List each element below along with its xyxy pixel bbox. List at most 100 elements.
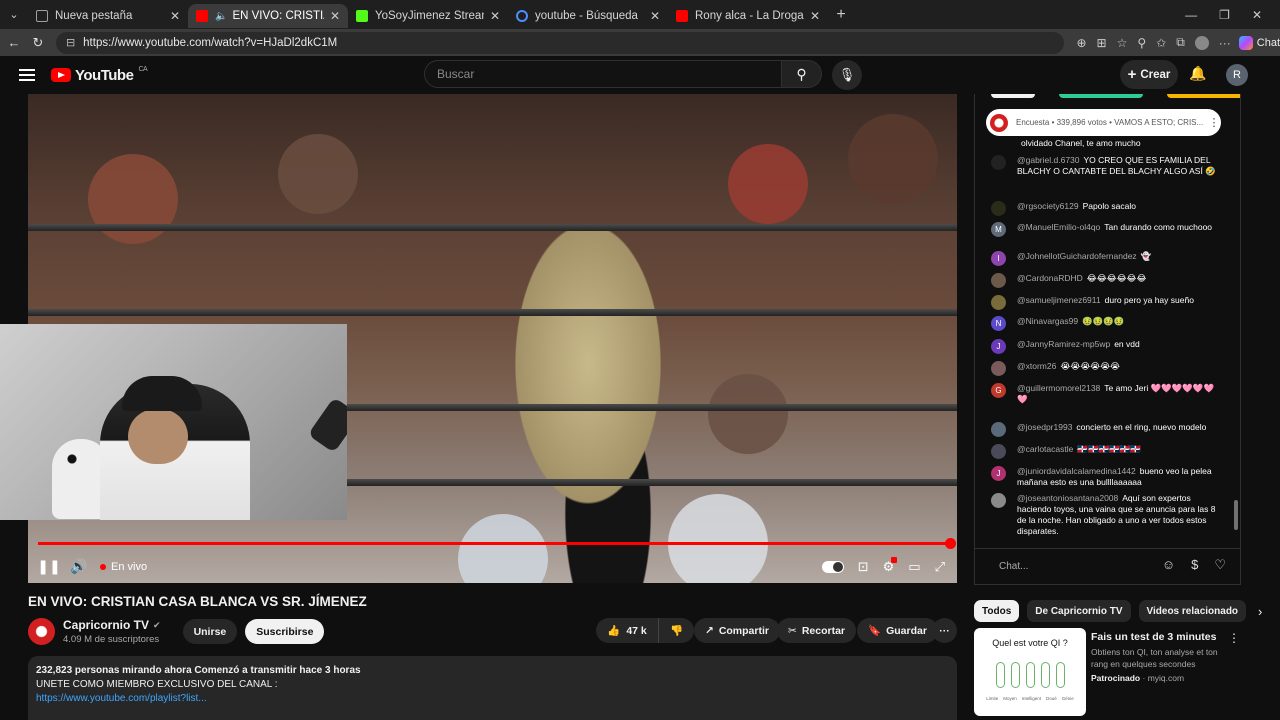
profile-icon[interactable] — [1194, 35, 1209, 50]
speaker-icon[interactable]: 🔈 — [215, 11, 227, 22]
chat-user-avatar[interactable]: M — [991, 222, 1006, 237]
search-input[interactable]: Buscar — [424, 60, 782, 88]
search-button[interactable]: ⚲ — [781, 60, 822, 88]
chat-user-avatar[interactable]: I — [991, 251, 1006, 266]
chat-username[interactable]: @josedpr1993 — [1017, 422, 1072, 432]
clip-button[interactable]: ✂ Recortar — [777, 618, 856, 643]
super-chat-icon[interactable]: $ — [1191, 557, 1198, 573]
voice-search-button[interactable]: 🎙 — [832, 60, 862, 90]
chip-todos[interactable]: Todos — [974, 600, 1020, 622]
favorite-star-icon[interactable]: ☆ — [1117, 36, 1128, 50]
collections-icon[interactable]: ⧉ — [1176, 35, 1185, 50]
chat-message[interactable]: @josedpr1993 concierto en el ring, nuevo … — [991, 422, 1221, 437]
chat-message[interactable]: @gabriel.d.6730 YO CREO QUE ES FAMILIA DE… — [991, 155, 1221, 177]
chat-message[interactable]: I @JohnellotGuichardofernandez 👻 — [991, 251, 1221, 266]
join-button[interactable]: Unirse — [182, 619, 238, 644]
chat-user-avatar[interactable] — [991, 493, 1006, 508]
like-button[interactable]: 👍 47 k — [596, 618, 658, 643]
chat-username[interactable]: @joseantoniosantana2008 — [1017, 493, 1118, 503]
chat-user-avatar[interactable] — [991, 361, 1006, 376]
chat-username[interactable]: @carlotacastle — [1017, 444, 1073, 454]
maximize-icon[interactable]: ❐ — [1219, 8, 1230, 22]
chat-username[interactable]: @JannyRamirez-mp5wp — [1017, 339, 1110, 349]
chat-message[interactable]: @samueljimenez6911 duro pero ya hay sueño — [991, 295, 1221, 310]
translate-icon[interactable]: ⊕ — [1076, 36, 1086, 50]
chip-related[interactable]: Videos relacionado — [1138, 600, 1247, 622]
save-button[interactable]: 🔖 Guardar — [857, 618, 938, 643]
chat-username[interactable]: @JohnellotGuichardofernandez — [1017, 251, 1137, 261]
close-window-icon[interactable]: ✕ — [1252, 8, 1262, 22]
account-avatar[interactable]: R — [1226, 64, 1248, 86]
subtitles-icon[interactable]: ⊡ — [858, 559, 869, 575]
close-tab-icon[interactable]: ✕ — [170, 9, 180, 23]
emoji-icon[interactable]: ☺ — [1162, 557, 1175, 573]
sponsored-ad[interactable]: Quel est votre QI ? Limite Moyen Intelli… — [974, 628, 1240, 720]
address-bar[interactable]: ⊟ https://www.youtube.com/watch?v=HJaDl2… — [55, 31, 1065, 54]
chat-username[interactable]: @guillermomorel2138 — [1017, 383, 1100, 393]
chat-pill[interactable] — [1059, 94, 1143, 98]
chat-pill[interactable] — [1167, 94, 1240, 98]
dislike-button[interactable]: 👎 — [658, 618, 694, 643]
back-icon[interactable]: ← — [2, 35, 26, 50]
share-button[interactable]: ↗ Compartir — [694, 618, 780, 643]
tab-actions-menu-icon[interactable]: ⌄ — [0, 0, 28, 29]
chat-message[interactable]: olvidado Chanel, te amo mucho — [991, 138, 1221, 153]
description-link[interactable]: https://www.youtube.com/playlist?list... — [36, 692, 949, 706]
close-tab-icon[interactable]: ✕ — [490, 9, 500, 23]
browser-tab-new[interactable]: Nueva pestaña ✕ — [28, 4, 188, 28]
chat-message[interactable]: @joseantoniosantana2008 Aquí son expertos… — [991, 493, 1221, 537]
fullscreen-icon[interactable]: ⤢ — [935, 559, 945, 575]
chat-user-avatar[interactable]: N — [991, 316, 1006, 331]
chat-username[interactable]: @xtorm26 — [1017, 361, 1056, 371]
close-tab-icon[interactable]: ✕ — [810, 9, 820, 23]
chat-user-avatar[interactable] — [991, 444, 1006, 459]
chat-pill[interactable] — [991, 94, 1035, 98]
ad-thumbnail[interactable]: Quel est votre QI ? Limite Moyen Intelli… — [974, 628, 1086, 716]
channel-avatar[interactable] — [28, 618, 55, 645]
chat-username[interactable]: @rgsociety6129 — [1017, 201, 1079, 211]
browser-tab-live[interactable]: 🔈 EN VIVO: CRISTIAN CASA BLA ✕ — [188, 4, 348, 28]
live-indicator[interactable]: En vivo — [100, 561, 147, 573]
subscribe-button[interactable]: Suscribirse — [245, 619, 325, 644]
pause-icon[interactable]: ❚❚ — [34, 558, 64, 575]
site-info-icon[interactable]: ⊟ — [66, 36, 75, 49]
chevron-right-icon[interactable]: › — [1258, 604, 1262, 619]
chat-user-avatar[interactable]: J — [991, 339, 1006, 354]
copilot-chat-button[interactable]: Chat — [1238, 35, 1280, 50]
chat-user-avatar[interactable] — [991, 201, 1006, 216]
browser-tab-music[interactable]: Rony alca - La Droga e Mala ( Vide ✕ — [668, 4, 828, 28]
description-box[interactable]: 232,823 personas mirando ahora Comenzó a… — [28, 656, 957, 720]
chat-user-avatar[interactable] — [991, 422, 1006, 437]
app-icon[interactable]: ⊞ — [1097, 36, 1107, 50]
extension-icon[interactable]: ⚲ — [1137, 36, 1146, 50]
close-tab-icon[interactable]: ✕ — [650, 9, 660, 23]
favorites-icon[interactable]: ✩ — [1156, 36, 1166, 50]
chat-username[interactable]: @samueljimenez6911 — [1017, 295, 1101, 305]
chat-message[interactable]: @CardonaRDHD 😂😂😂😂😂😂 — [991, 273, 1221, 288]
chat-user-avatar[interactable]: J — [991, 466, 1006, 481]
hamburger-menu-icon[interactable] — [19, 69, 35, 81]
browser-tab-kick[interactable]: YoSoyJimenez Stream - Watch Live ✕ — [348, 4, 508, 28]
chat-message[interactable]: M @ManuelEmilio-ol4qo Tan durando como muc… — [991, 222, 1221, 237]
chat-username[interactable]: @gabriel.d.6730 — [1017, 155, 1080, 165]
chat-scrollbar[interactable] — [1234, 500, 1238, 530]
new-tab-button[interactable]: + — [828, 6, 854, 24]
settings-gear-icon[interactable]: ⚙ — [883, 556, 897, 575]
reload-icon[interactable]: ↻ — [26, 35, 50, 51]
more-vertical-icon[interactable]: ⋮ — [1207, 116, 1221, 129]
chat-message[interactable]: G @guillermomorel2138 Te amo Jeri 🩷🩷🩷🩷🩷🩷🩷 — [991, 383, 1221, 405]
channel-name[interactable]: Capricornio TV — [63, 618, 149, 632]
youtube-logo[interactable]: YouTube CA — [51, 66, 148, 84]
progress-bar[interactable] — [38, 538, 956, 549]
channel-name-row[interactable]: Capricornio TV ✔ — [63, 618, 161, 632]
browser-tab-search[interactable]: youtube - Búsqueda ✕ — [508, 4, 668, 28]
chat-input[interactable]: Chat... — [989, 557, 1139, 575]
more-vertical-icon[interactable]: ⋮ — [1228, 631, 1240, 645]
chat-message[interactable]: J @JannyRamirez-mp5wp en vdd — [991, 339, 1221, 354]
more-menu-icon[interactable]: ··· — [1219, 36, 1231, 50]
ad-title[interactable]: Fais un test de 3 minutes — [1091, 631, 1221, 643]
chat-username[interactable]: @juniordavidalcalamedina1442 — [1017, 466, 1136, 476]
chat-message[interactable]: J @juniordavidalcalamedina1442 bueno veo l… — [991, 466, 1221, 488]
poll-banner[interactable]: Encuesta • 339,896 votos • VAMOS A ESTO;… — [986, 109, 1221, 136]
chat-username[interactable]: @CardonaRDHD — [1017, 273, 1083, 283]
